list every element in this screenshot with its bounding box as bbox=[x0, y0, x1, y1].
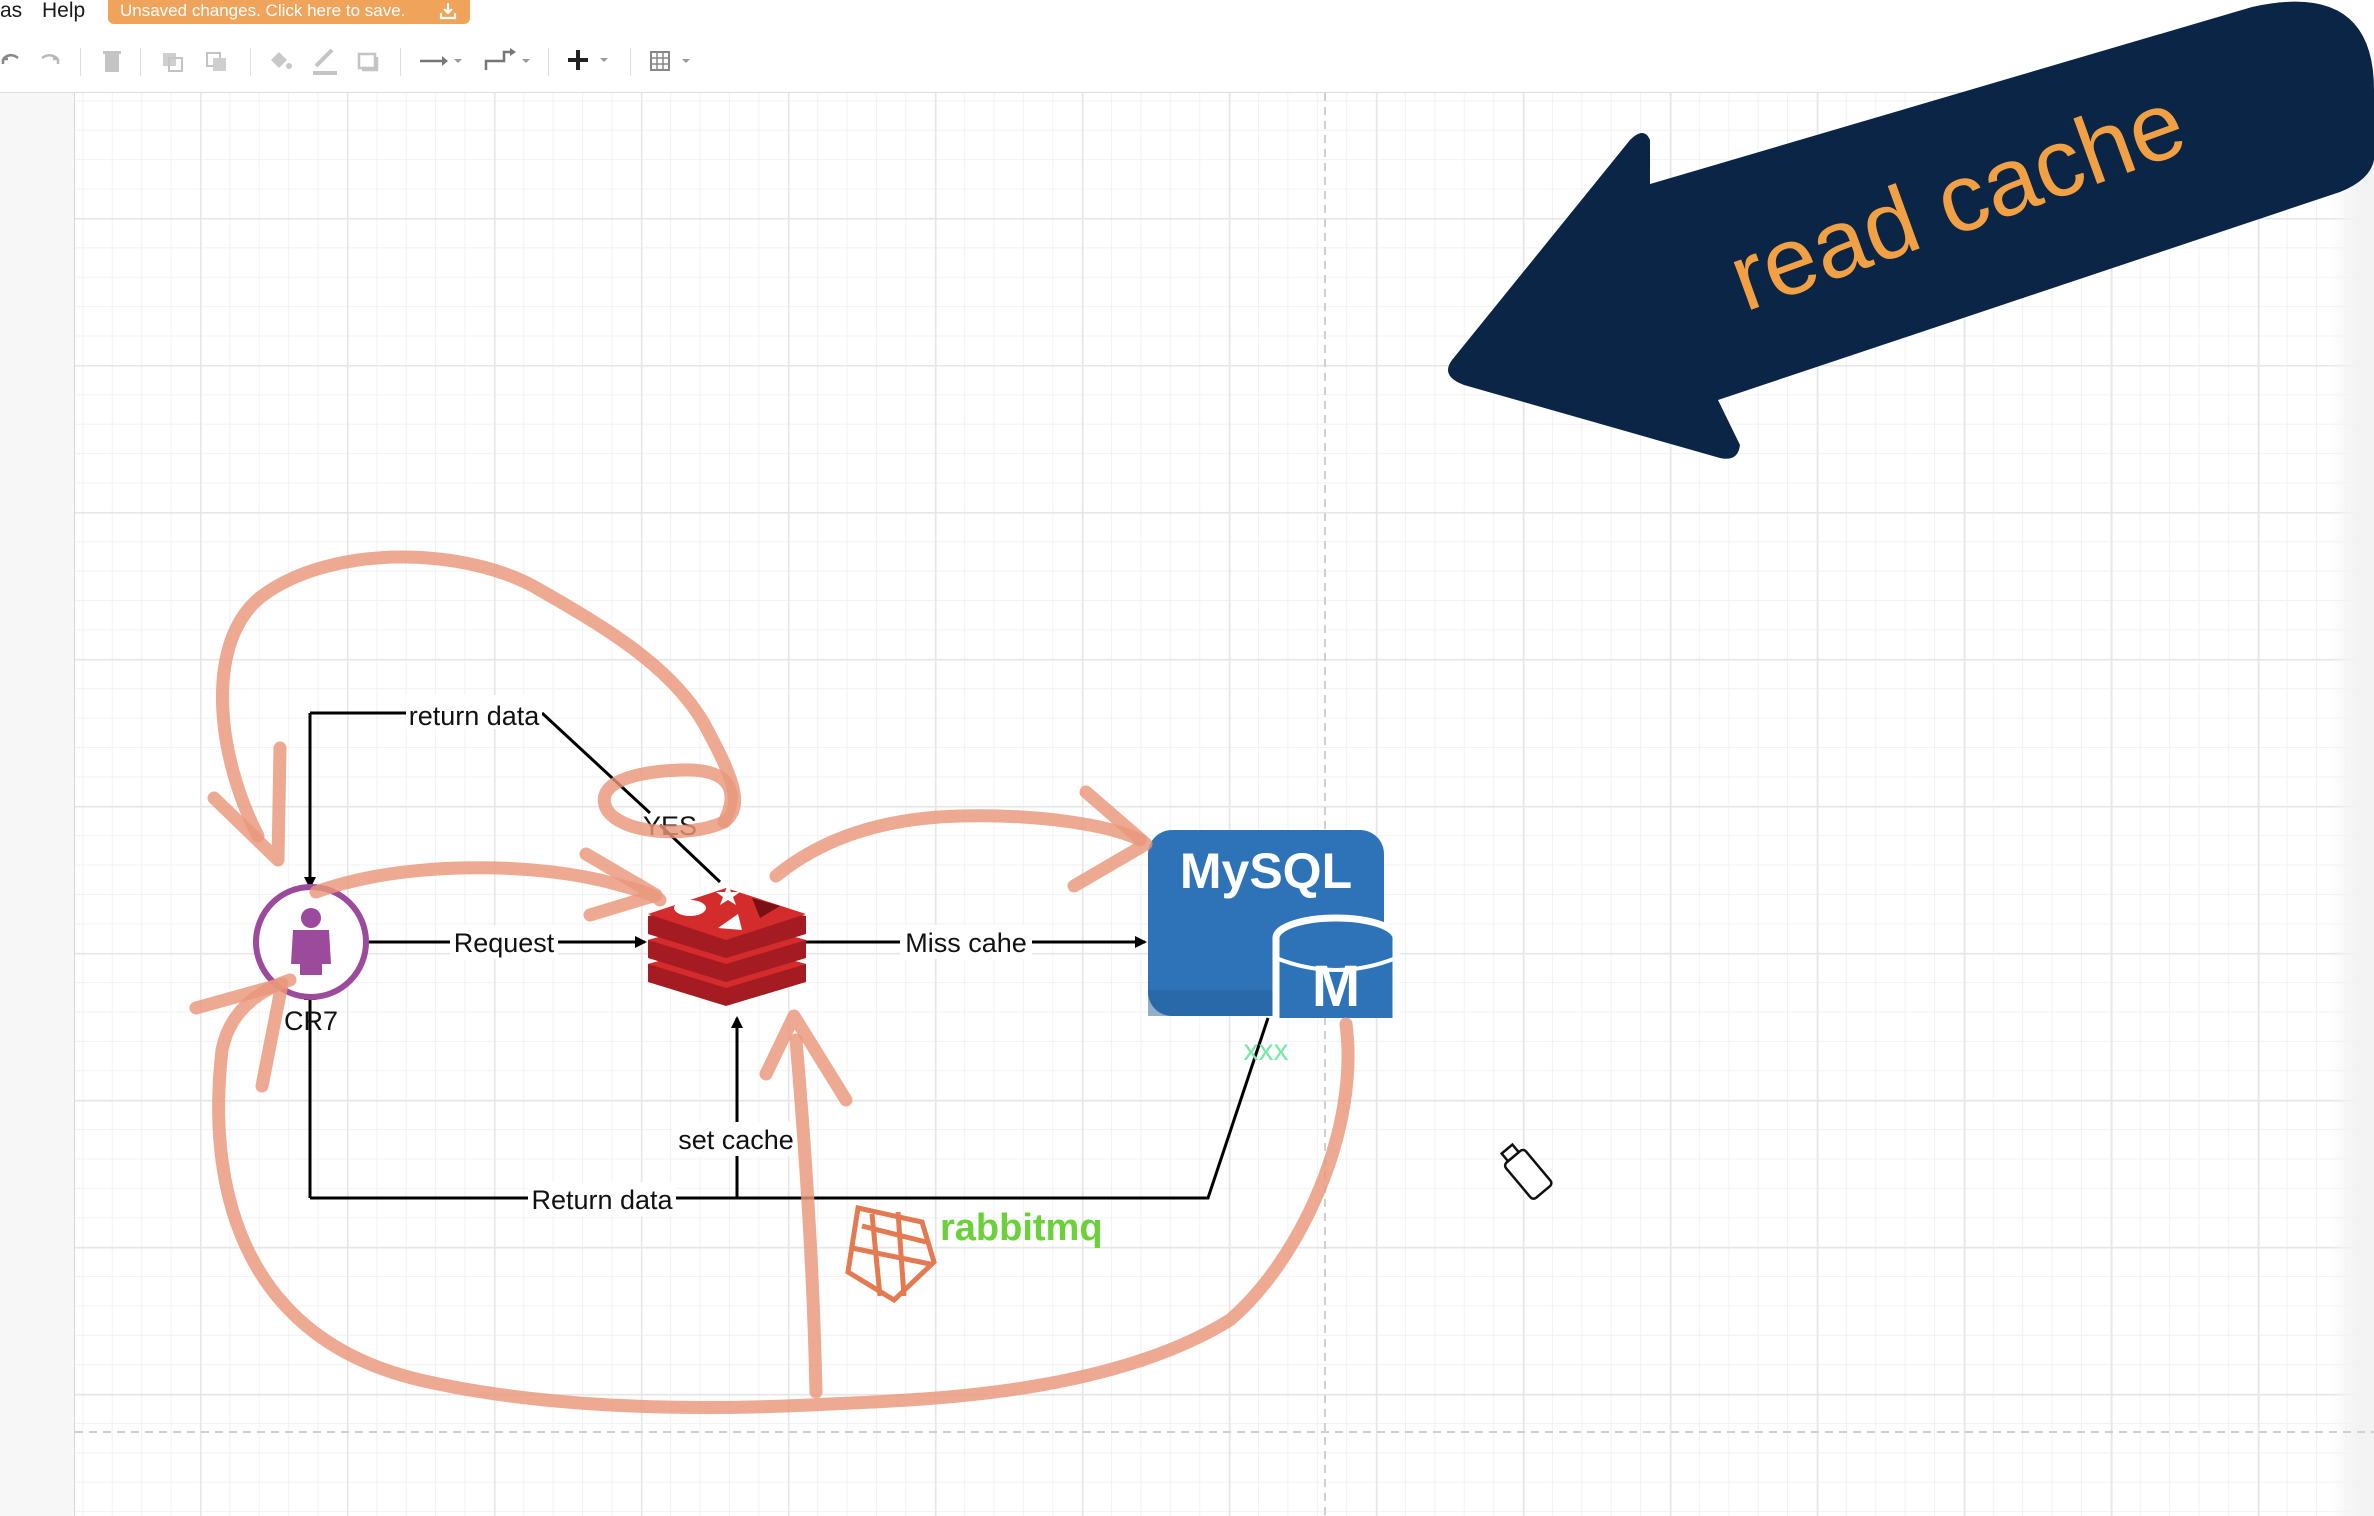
redis-icon[interactable] bbox=[648, 884, 806, 1006]
mysql-title: MySQL bbox=[1180, 843, 1352, 899]
rabbitmq-icon bbox=[845, 1204, 937, 1304]
edge-label-return-data-bottom: Return data bbox=[531, 1185, 673, 1215]
annotation-arrow-to-mysql bbox=[769, 809, 1147, 883]
edge-label-set-cache: set cache bbox=[678, 1125, 794, 1155]
annotation-arrowhead-bottom-left bbox=[189, 977, 289, 1093]
annotation-arrow-up-redis bbox=[789, 1033, 823, 1399]
edge-label-return-data-top: return data bbox=[409, 701, 541, 731]
rabbitmq-label: rabbitmq bbox=[940, 1207, 1103, 1249]
mysql-badge: M bbox=[1312, 954, 1360, 1019]
diagram-layer: CR7 MySQL M xxx return data Request YES … bbox=[75, 1, 2374, 1516]
cursor-icon bbox=[1499, 1142, 1553, 1200]
user-label: CR7 bbox=[284, 1006, 338, 1036]
mysql-caption: xxx bbox=[1244, 1034, 1289, 1067]
edge-label-miss-cache: Miss cahe bbox=[905, 928, 1027, 958]
annotation-arrowhead-mysql bbox=[1067, 785, 1153, 893]
edge-label-request: Request bbox=[454, 928, 555, 958]
edge-return-bottom bbox=[310, 1017, 1270, 1200]
edge-return-top-diagonal bbox=[540, 711, 652, 815]
